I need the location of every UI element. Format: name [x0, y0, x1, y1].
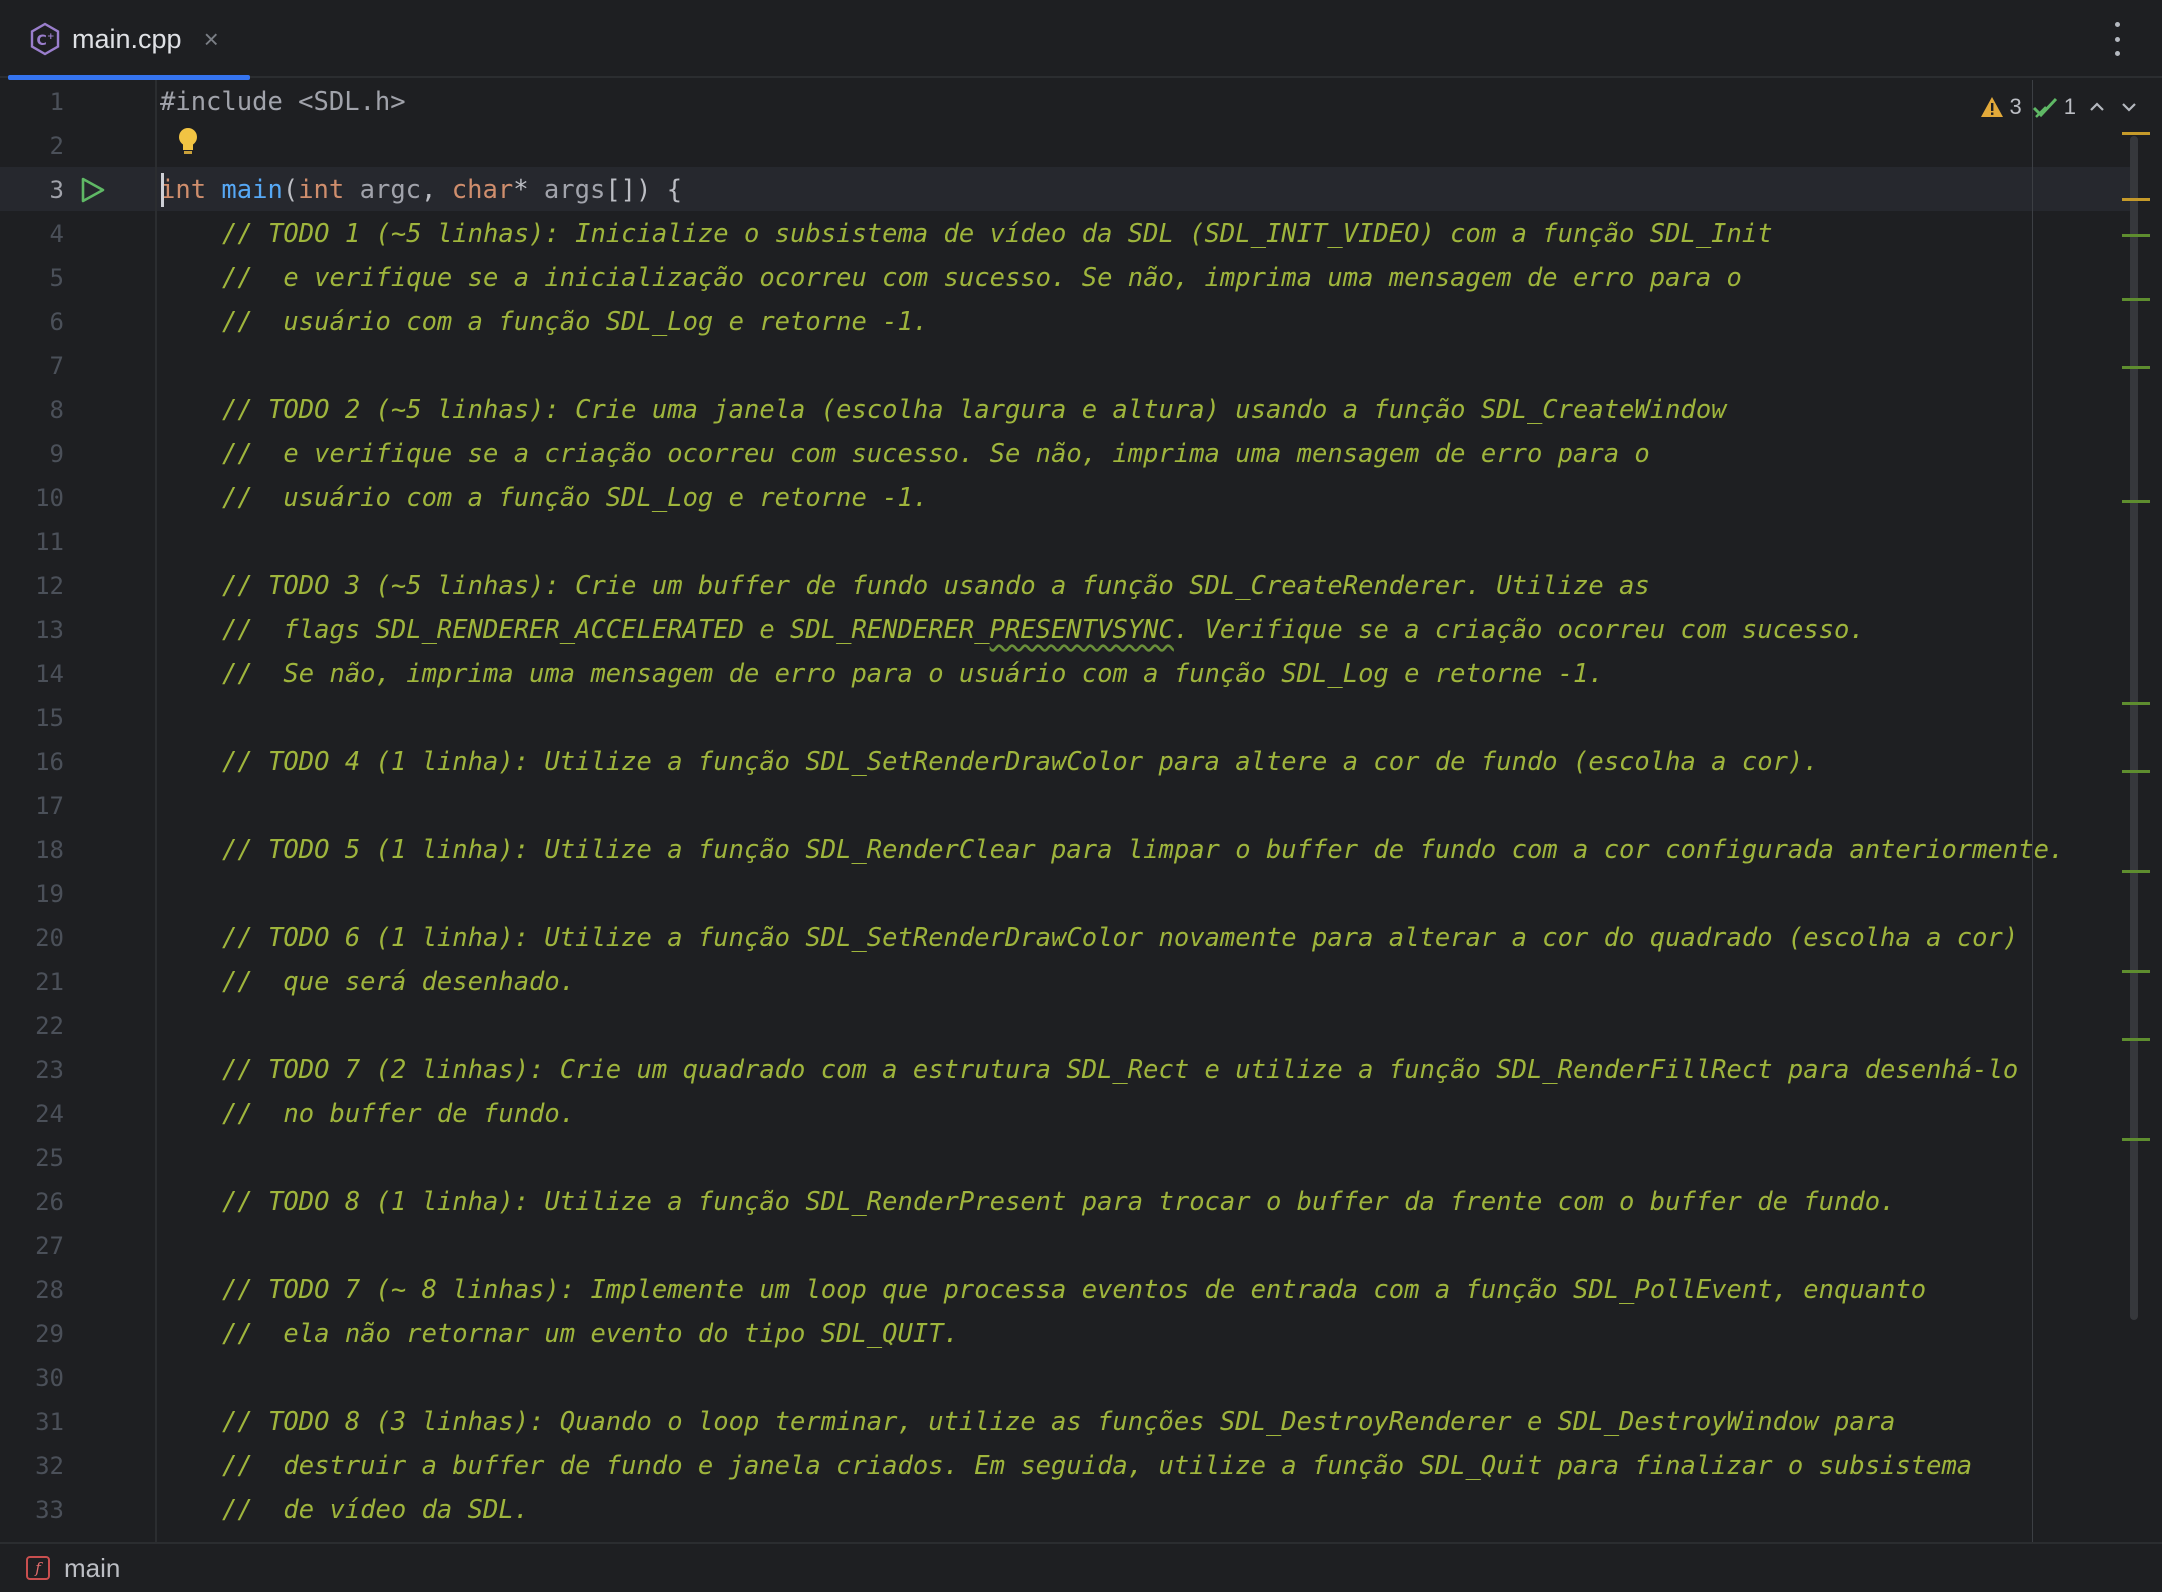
line-number[interactable]: 7: [0, 344, 64, 388]
stripe-marker[interactable]: [2122, 198, 2150, 201]
line-number[interactable]: 22: [0, 1004, 64, 1048]
comment-part: . Verifique se a criação ocorreu com suc…: [1173, 615, 1865, 645]
code-line-21: // que será desenhado.: [0, 960, 2100, 1004]
kw-int: int: [160, 175, 207, 205]
line-number[interactable]: 25: [0, 1136, 64, 1180]
comment: // TODO 7 (~ 8 linhas): Implemente um lo…: [222, 1275, 1927, 1305]
comment: // no buffer de fundo.: [222, 1099, 576, 1129]
stripe-marker[interactable]: [2122, 298, 2150, 301]
comment: // TODO 8 (1 linha): Utilize a função SD…: [222, 1187, 1896, 1217]
comment: // destruir a buffer de fundo e janela c…: [222, 1451, 1973, 1481]
code-line-16: // TODO 4 (1 linha): Utilize a função SD…: [0, 740, 2100, 784]
chevron-down-icon[interactable]: [2118, 96, 2140, 118]
code-line-29: // ela não retornar um evento do tipo SD…: [0, 1312, 2100, 1356]
code-line-33: // de vídeo da SDL.: [0, 1488, 2100, 1532]
code-line-5: // e verifique se a inicialização ocorre…: [0, 256, 2100, 300]
comment: // TODO 7 (2 linhas): Crie um quadrado c…: [222, 1055, 2019, 1085]
fn-main: main: [221, 175, 283, 205]
comment: // Se não, imprima uma mensagem de erro …: [222, 659, 1604, 689]
vertical-scrollbar[interactable]: [2130, 136, 2138, 1320]
breadcrumb-main[interactable]: main: [64, 1553, 120, 1584]
cpp-file-icon: C +: [30, 22, 60, 56]
comma: ,: [421, 175, 452, 205]
comment: // TODO 3 (~5 linhas): Crie um buffer de…: [222, 571, 1650, 601]
code-line-31: // TODO 8 (3 linhas): Quando o loop term…: [0, 1400, 2100, 1444]
comment: // usuário com a função SDL_Log e retorn…: [222, 307, 929, 337]
code-line-24: // no buffer de fundo.: [0, 1092, 2100, 1136]
stripe-marker[interactable]: [2122, 500, 2150, 503]
comment: // e verifique se a criação ocorreu com …: [222, 439, 1650, 469]
line-number[interactable]: 19: [0, 872, 64, 916]
line-number[interactable]: 27: [0, 1224, 64, 1268]
main-signature: int main(int argc, char* args[]) {: [160, 168, 682, 212]
stripe-marker[interactable]: [2122, 132, 2150, 135]
code-line-13: // flags SDL_RENDERER_ACCELERATED e SDL_…: [0, 608, 2100, 652]
param-argc: argc: [359, 175, 422, 205]
code-line-26: // TODO 8 (1 linha): Utilize a função SD…: [0, 1180, 2100, 1224]
code-line-20: // TODO 6 (1 linha): Utilize a função SD…: [0, 916, 2100, 960]
comment: // e verifique se a inicialização ocorre…: [222, 263, 1742, 293]
tab-close-icon[interactable]: ×: [204, 26, 219, 52]
lightbulb-icon[interactable]: [176, 126, 200, 158]
editor-tab-bar: C + main.cpp ×: [0, 0, 2162, 80]
line-number[interactable]: 17: [0, 784, 64, 828]
line-number[interactable]: 30: [0, 1356, 64, 1400]
code-line-10: // usuário com a função SDL_Log e retorn…: [0, 476, 2100, 520]
stripe-marker[interactable]: [2122, 1038, 2150, 1041]
comment: // TODO 5 (1 linha): Utilize a função SD…: [222, 835, 2065, 865]
line-number[interactable]: 11: [0, 520, 64, 564]
line-number[interactable]: 2: [0, 124, 64, 168]
signature-rest: []) {: [605, 175, 683, 205]
comment: // TODO 2 (~5 linhas): Crie uma janela (…: [222, 395, 1727, 425]
comment: // TODO 1 (~5 linhas): Inicialize o subs…: [222, 219, 1773, 249]
breadcrumb-bar: f main: [0, 1542, 2162, 1592]
stripe-marker[interactable]: [2122, 970, 2150, 973]
kw-int-param: int: [298, 175, 345, 205]
stripe-marker[interactable]: [2122, 366, 2150, 369]
stripe-marker[interactable]: [2122, 770, 2150, 773]
param-args: args: [543, 175, 606, 205]
tab-filename: main.cpp: [72, 23, 182, 54]
code-line-4: // TODO 1 (~5 linhas): Inicialize o subs…: [0, 212, 2100, 256]
stripe-marker[interactable]: [2122, 1138, 2150, 1141]
paren-open: (: [282, 175, 299, 205]
stripe-marker[interactable]: [2122, 870, 2150, 873]
comment-part: // flags SDL_RENDERER_ACCELERATED e SDL_…: [222, 615, 990, 645]
comment: // TODO 8 (3 linhas): Quando o loop term…: [222, 1407, 1896, 1437]
typo-highlight[interactable]: PRESENTVSYNC: [990, 615, 1174, 645]
code-editor[interactable]: 3 1 1 2 3 4 5 6 7 8 9 10 11 12 13 14 15 16 17 18 19 20 21 22 2…: [0, 80, 2162, 1542]
include-directive: #include <SDL.h>: [160, 87, 406, 117]
code-line-9: // e verifique se a criação ocorreu com …: [0, 432, 2100, 476]
code-line-12: // TODO 3 (~5 linhas): Crie um buffer de…: [0, 564, 2100, 608]
stripe-marker[interactable]: [2122, 234, 2150, 237]
code-line-28: // TODO 7 (~ 8 linhas): Implemente um lo…: [0, 1268, 2100, 1312]
pointer-star: *: [513, 175, 544, 205]
code-line-23: // TODO 7 (2 linhas): Crie um quadrado c…: [0, 1048, 2100, 1092]
comment: // flags SDL_RENDERER_ACCELERATED e SDL_…: [222, 608, 1865, 652]
more-options-icon[interactable]: [2112, 22, 2122, 56]
svg-text:C: C: [37, 33, 47, 49]
code-line-3: int main(int argc, char* args[]) {: [0, 168, 2100, 212]
comment: // TODO 4 (1 linha): Utilize a função SD…: [222, 747, 1819, 777]
comment: // usuário com a função SDL_Log e retorn…: [222, 483, 929, 513]
code-line-1: #include <SDL.h>: [0, 80, 2100, 124]
tab-main-cpp[interactable]: C + main.cpp ×: [4, 0, 250, 80]
code-line-8: // TODO 2 (~5 linhas): Crie uma janela (…: [0, 388, 2100, 432]
code-line-6: // usuário com a função SDL_Log e retorn…: [0, 300, 2100, 344]
kw-char: char: [451, 175, 514, 205]
stripe-marker[interactable]: [2122, 702, 2150, 705]
code-line-18: // TODO 5 (1 linha): Utilize a função SD…: [0, 828, 2100, 872]
code-line-14: // Se não, imprima uma mensagem de erro …: [0, 652, 2100, 696]
comment: // que será desenhado.: [222, 967, 576, 997]
comment: // ela não retornar um evento do tipo SD…: [222, 1319, 959, 1349]
function-icon: f: [26, 1556, 50, 1580]
comment: // TODO 6 (1 linha): Utilize a função SD…: [222, 923, 2019, 953]
comment: // de vídeo da SDL.: [222, 1495, 530, 1525]
line-number[interactable]: 15: [0, 696, 64, 740]
code-line-32: // destruir a buffer de fundo e janela c…: [0, 1444, 2100, 1488]
svg-text:+: +: [47, 32, 55, 42]
text-cursor: [161, 173, 164, 207]
